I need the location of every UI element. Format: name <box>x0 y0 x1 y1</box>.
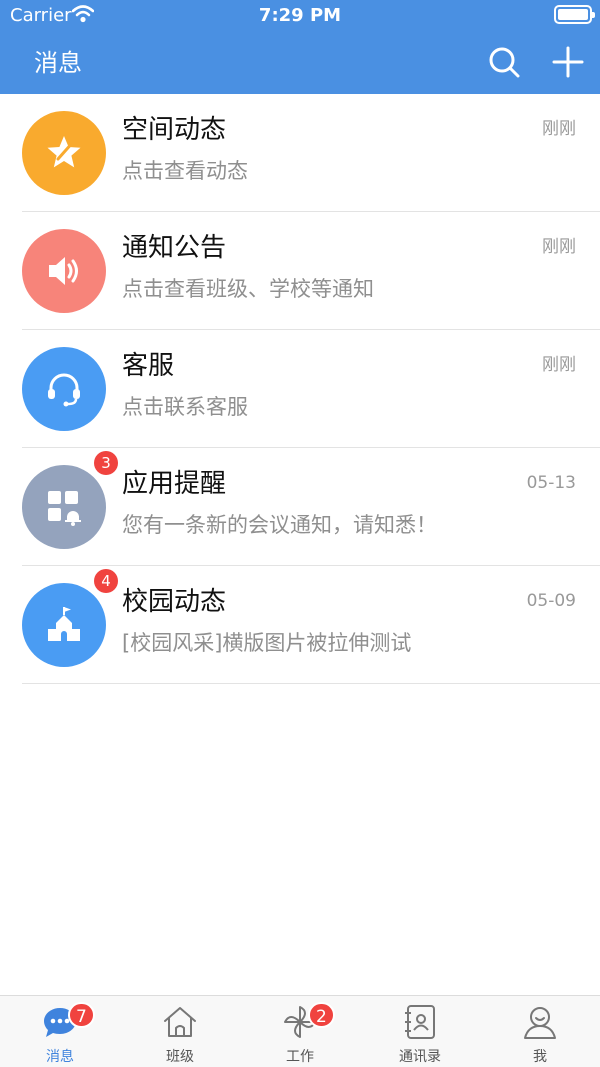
service-avatar <box>22 347 106 431</box>
tab-contacts[interactable]: 通讯录 <box>360 996 480 1067</box>
message-time: 05-13 <box>526 473 576 493</box>
status-time: 7:29 PM <box>258 5 342 26</box>
message-subtitle: 点击联系客服 <box>122 395 248 419</box>
plus-icon[interactable] <box>550 44 586 80</box>
message-item-notice[interactable]: 通知公告 点击查看班级、学校等通知 刚刚 <box>0 212 600 330</box>
message-time: 刚刚 <box>542 119 576 139</box>
speaker-icon <box>49 257 78 285</box>
message-list: 空间动态 点击查看动态 刚刚 通知公告 点击查看班级、学校等通知 刚刚 客服 点… <box>0 94 600 684</box>
message-subtitle: 点击查看动态 <box>122 159 248 183</box>
house-icon <box>164 1007 196 1037</box>
tab-label: 工作 <box>286 1049 314 1065</box>
tab-label: 我 <box>533 1049 547 1065</box>
top-bar: Carrier 7:29 PM 消息 <box>0 0 600 94</box>
message-item-campus[interactable]: 校园动态 [校园风采]横版图片被拉伸测试 05-09 <box>0 566 600 684</box>
message-time: 刚刚 <box>542 237 576 257</box>
tab-work[interactable]: 工作 2 <box>240 996 360 1067</box>
message-title: 校园动态 <box>122 587 227 617</box>
notice-avatar <box>22 229 106 313</box>
message-time: 刚刚 <box>542 355 576 375</box>
app-reminder-avatar <box>22 465 106 549</box>
unread-badge-app-reminder: 3 <box>94 451 118 475</box>
tab-badge-work: 2 <box>308 1002 335 1028</box>
message-subtitle: [校园风采]横版图片被拉伸测试 <box>122 631 412 655</box>
campus-avatar <box>22 583 106 667</box>
unread-badge-campus: 4 <box>94 569 118 593</box>
space-avatar <box>22 111 106 195</box>
person-icon <box>524 1007 556 1039</box>
school-icon <box>48 607 80 641</box>
page-title: 消息 <box>34 49 82 77</box>
tab-label: 班级 <box>166 1049 194 1065</box>
contacts-icon <box>405 1005 435 1039</box>
message-title: 通知公告 <box>122 233 227 263</box>
message-item-space[interactable]: 空间动态 点击查看动态 刚刚 <box>0 94 600 212</box>
star-icon <box>47 136 81 168</box>
apps-bell-icon <box>48 491 81 526</box>
message-item-app-reminder[interactable]: 应用提醒 您有一条新的会议通知，请知悉！ 05-13 <box>0 448 600 566</box>
tab-bar: 消息 7 班级 工作 2 通讯录 我 <box>0 995 600 1067</box>
headset-icon <box>48 373 80 407</box>
tab-label: 消息 <box>46 1049 74 1065</box>
tab-messages[interactable]: 消息 7 <box>0 996 120 1067</box>
battery-icon <box>554 5 595 24</box>
message-title: 客服 <box>122 351 175 381</box>
message-title: 空间动态 <box>122 115 227 145</box>
nav-bar: 消息 <box>0 32 600 94</box>
search-icon[interactable] <box>486 44 522 80</box>
tab-badge-messages: 7 <box>68 1002 95 1028</box>
message-time: 05-09 <box>526 591 576 611</box>
message-item-service[interactable]: 客服 点击联系客服 刚刚 <box>0 330 600 448</box>
message-title: 应用提醒 <box>122 469 227 499</box>
status-bar: Carrier 7:29 PM <box>0 0 600 32</box>
tab-class[interactable]: 班级 <box>120 996 240 1067</box>
tab-me[interactable]: 我 <box>480 996 600 1067</box>
message-subtitle: 您有一条新的会议通知，请知悉！ <box>122 513 437 537</box>
message-subtitle: 点击查看班级、学校等通知 <box>122 277 374 301</box>
tab-label: 通讯录 <box>399 1049 441 1065</box>
